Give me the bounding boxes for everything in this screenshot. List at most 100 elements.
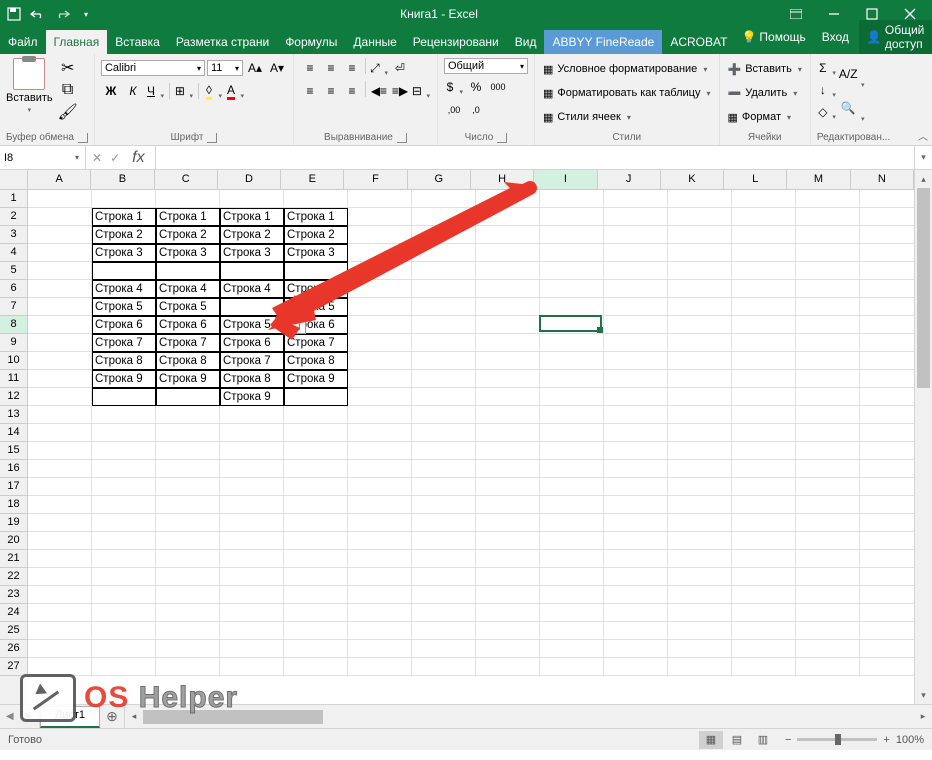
tell-me-button[interactable]: 💡Помощь	[735, 27, 811, 47]
cell[interactable]	[796, 568, 860, 586]
cell[interactable]: Строка 6	[220, 334, 284, 352]
cell[interactable]	[92, 532, 156, 550]
cell[interactable]	[604, 388, 668, 406]
cell[interactable]	[284, 550, 348, 568]
number-format-combo[interactable]: Общий▾	[444, 58, 528, 74]
cell[interactable]	[476, 244, 540, 262]
enter-edit-icon[interactable]: ✓	[110, 151, 120, 165]
row-header[interactable]: 5	[0, 262, 27, 280]
comma-style-button[interactable]: 000	[488, 77, 508, 97]
cell[interactable]	[284, 568, 348, 586]
zoom-slider[interactable]	[797, 738, 877, 741]
conditional-formatting-button[interactable]: ▦Условное форматирование▾	[541, 58, 713, 80]
font-color-button[interactable]: A	[225, 81, 245, 101]
dialog-launcher-icon[interactable]	[207, 133, 217, 143]
cell[interactable]	[732, 478, 796, 496]
cells-area[interactable]: Строка 1Строка 1Строка 1Строка 1Строка 2…	[28, 190, 914, 704]
cell[interactable]	[92, 586, 156, 604]
find-select-button[interactable]: 🔍	[839, 92, 866, 124]
cell[interactable]	[348, 190, 412, 208]
tab-file[interactable]: Файл	[0, 30, 46, 54]
cell[interactable]	[284, 460, 348, 478]
merge-button[interactable]: ⊟	[411, 81, 431, 101]
cell[interactable]	[796, 622, 860, 640]
cell[interactable]	[796, 442, 860, 460]
cell[interactable]	[604, 352, 668, 370]
cell[interactable]	[348, 388, 412, 406]
cell[interactable]	[284, 532, 348, 550]
column-header[interactable]: H	[471, 170, 534, 189]
cell[interactable]	[540, 424, 604, 442]
cell[interactable]	[28, 658, 92, 676]
page-layout-view-button[interactable]: ▤	[725, 731, 749, 749]
cell[interactable]	[604, 316, 668, 334]
cell[interactable]	[412, 532, 476, 550]
row-header[interactable]: 14	[0, 424, 27, 442]
cell[interactable]	[156, 514, 220, 532]
cell[interactable]	[476, 190, 540, 208]
cell[interactable]	[92, 640, 156, 658]
cell[interactable]	[796, 586, 860, 604]
row-header[interactable]: 1	[0, 190, 27, 208]
cell[interactable]	[796, 370, 860, 388]
row-header[interactable]: 3	[0, 226, 27, 244]
cell[interactable]	[220, 622, 284, 640]
cell[interactable]	[540, 622, 604, 640]
cell[interactable]	[476, 604, 540, 622]
cell[interactable]	[348, 622, 412, 640]
cell[interactable]: Строка 9	[92, 370, 156, 388]
cell[interactable]	[220, 478, 284, 496]
cell[interactable]	[540, 298, 604, 316]
cell[interactable]	[732, 514, 796, 532]
cell[interactable]: Строка 7	[92, 334, 156, 352]
borders-button[interactable]: ⊞	[174, 81, 194, 101]
row-header[interactable]: 4	[0, 244, 27, 262]
cell[interactable]	[604, 550, 668, 568]
row-header[interactable]: 2	[0, 208, 27, 226]
cell[interactable]	[28, 406, 92, 424]
cell[interactable]	[604, 658, 668, 676]
column-header[interactable]: F	[344, 170, 407, 189]
align-bottom-button[interactable]: ≡	[342, 58, 362, 78]
cell[interactable]	[156, 550, 220, 568]
cell[interactable]	[92, 496, 156, 514]
cell[interactable]	[476, 550, 540, 568]
cell[interactable]	[284, 478, 348, 496]
cell[interactable]	[540, 478, 604, 496]
cell[interactable]	[28, 298, 92, 316]
cell[interactable]	[476, 370, 540, 388]
tab-формулы[interactable]: Формулы	[277, 30, 345, 54]
cell[interactable]	[604, 244, 668, 262]
scroll-left-icon[interactable]: ◂	[125, 711, 143, 722]
cell[interactable]	[28, 586, 92, 604]
cell[interactable]	[28, 514, 92, 532]
select-all-corner[interactable]	[0, 170, 28, 190]
cell[interactable]	[92, 424, 156, 442]
align-center-button[interactable]: ≡	[321, 81, 341, 101]
cell[interactable]	[92, 658, 156, 676]
copy-button[interactable]: ⧉	[57, 80, 79, 100]
cell[interactable]	[604, 496, 668, 514]
cell[interactable]	[732, 208, 796, 226]
insert-function-button[interactable]: fx	[128, 149, 148, 167]
cell[interactable]	[348, 352, 412, 370]
cell[interactable]	[412, 568, 476, 586]
cell[interactable]	[156, 262, 220, 280]
cell[interactable]	[28, 388, 92, 406]
cell[interactable]: Строка 8	[284, 352, 348, 370]
cell[interactable]	[348, 586, 412, 604]
cell[interactable]	[476, 496, 540, 514]
cancel-edit-icon[interactable]: ✕	[92, 151, 102, 165]
cell[interactable]	[156, 568, 220, 586]
align-right-button[interactable]: ≡	[342, 81, 362, 101]
cell[interactable]	[668, 478, 732, 496]
cell[interactable]	[668, 514, 732, 532]
cell[interactable]	[604, 640, 668, 658]
cell[interactable]	[28, 280, 92, 298]
cell[interactable]	[284, 388, 348, 406]
cell[interactable]	[284, 190, 348, 208]
cell[interactable]	[796, 478, 860, 496]
decrease-decimal-button[interactable]: ,0	[466, 100, 486, 120]
cell[interactable]	[412, 388, 476, 406]
name-box-input[interactable]	[0, 152, 70, 164]
